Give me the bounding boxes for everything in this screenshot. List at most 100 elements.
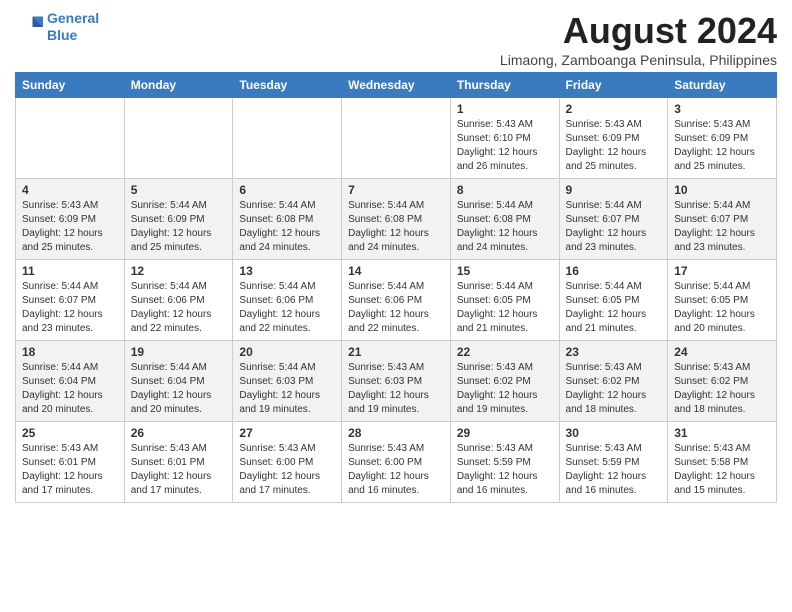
calendar-cell: 5Sunrise: 5:44 AM Sunset: 6:09 PM Daylig… bbox=[124, 179, 233, 260]
calendar-cell: 9 Sunrise: 5:44 AM Sunset: 6:07 PM Daylig… bbox=[559, 179, 668, 260]
day-info: Sunrise: 5:43 AM Sunset: 6:09 PM Dayligh… bbox=[22, 199, 118, 255]
header-day: Sunday bbox=[16, 73, 125, 98]
day-info: Sunrise: 5:44 AM Sunset: 6:07 PM Dayligh… bbox=[674, 199, 770, 255]
calendar-cell: 26Sunrise: 5:43 AM Sunset: 6:01 PM Dayli… bbox=[124, 422, 233, 503]
calendar-cell bbox=[342, 98, 451, 179]
calendar-cell: 17 Sunrise: 5:44 AM Sunset: 6:05 PM Dayli… bbox=[668, 260, 777, 341]
header-day: Tuesday bbox=[233, 73, 342, 98]
header-day: Saturday bbox=[668, 73, 777, 98]
calendar-cell: 12 Sunrise: 5:44 AM Sunset: 6:06 PM Dayli… bbox=[124, 260, 233, 341]
day-number: 24 bbox=[674, 345, 770, 359]
day-number: 6 bbox=[239, 183, 335, 197]
calendar-cell: 4 Sunrise: 5:43 AM Sunset: 6:09 PM Daylig… bbox=[16, 179, 125, 260]
day-number: 1 bbox=[457, 102, 553, 116]
day-info: Sunrise: 5:44 AM Sunset: 6:08 PM Dayligh… bbox=[457, 199, 553, 255]
day-info: Sunrise: 5:44 AM Sunset: 6:05 PM Dayligh… bbox=[566, 280, 662, 336]
calendar-week-row: 25 Sunrise: 5:43 AM Sunset: 6:01 PM Dayli… bbox=[16, 422, 777, 503]
day-info: Sunrise: 5:43 AM Sunset: 5:58 PM Dayligh… bbox=[674, 442, 770, 498]
page-title: August 2024 bbox=[500, 10, 777, 52]
day-info: Sunrise: 5:44 AM Sunset: 6:08 PM Dayligh… bbox=[239, 199, 335, 255]
day-number: 4 bbox=[22, 183, 118, 197]
day-info: Sunrise: 5:44 AM Sunset: 6:04 PM Dayligh… bbox=[131, 361, 227, 417]
day-number: 25 bbox=[22, 426, 118, 440]
calendar-cell: 6 Sunrise: 5:44 AM Sunset: 6:08 PM Daylig… bbox=[233, 179, 342, 260]
logo-line2: Blue bbox=[47, 27, 77, 43]
logo: General Blue bbox=[15, 10, 99, 44]
calendar-cell bbox=[16, 98, 125, 179]
day-number: 27 bbox=[239, 426, 335, 440]
page-subtitle: Limaong, Zamboanga Peninsula, Philippine… bbox=[500, 52, 777, 68]
calendar-cell: 11Sunrise: 5:44 AM Sunset: 6:07 PM Dayli… bbox=[16, 260, 125, 341]
calendar-cell: 1 Sunrise: 5:43 AM Sunset: 6:10 PM Daylig… bbox=[450, 98, 559, 179]
day-number: 14 bbox=[348, 264, 444, 278]
day-number: 26 bbox=[131, 426, 227, 440]
calendar-week-row: 18 Sunrise: 5:44 AM Sunset: 6:04 PM Dayli… bbox=[16, 341, 777, 422]
calendar-cell: 23 Sunrise: 5:43 AM Sunset: 6:02 PM Dayli… bbox=[559, 341, 668, 422]
calendar-cell: 10 Sunrise: 5:44 AM Sunset: 6:07 PM Dayli… bbox=[668, 179, 777, 260]
calendar-cell: 25 Sunrise: 5:43 AM Sunset: 6:01 PM Dayli… bbox=[16, 422, 125, 503]
header-row: SundayMondayTuesdayWednesdayThursdayFrid… bbox=[16, 73, 777, 98]
day-number: 12 bbox=[131, 264, 227, 278]
calendar-cell: 15Sunrise: 5:44 AM Sunset: 6:05 PM Dayli… bbox=[450, 260, 559, 341]
day-info: Sunrise: 5:44 AM Sunset: 6:05 PM Dayligh… bbox=[457, 280, 553, 336]
calendar-cell: 27 Sunrise: 5:43 AM Sunset: 6:00 PM Dayli… bbox=[233, 422, 342, 503]
day-number: 22 bbox=[457, 345, 553, 359]
header-day: Thursday bbox=[450, 73, 559, 98]
day-number: 30 bbox=[566, 426, 662, 440]
day-info: Sunrise: 5:43 AM Sunset: 5:59 PM Dayligh… bbox=[457, 442, 553, 498]
day-number: 19 bbox=[131, 345, 227, 359]
calendar-cell: 16 Sunrise: 5:44 AM Sunset: 6:05 PM Dayli… bbox=[559, 260, 668, 341]
day-info: Sunrise: 5:44 AM Sunset: 6:07 PM Dayligh… bbox=[22, 280, 118, 336]
day-info: Sunrise: 5:43 AM Sunset: 6:10 PM Dayligh… bbox=[457, 118, 553, 174]
calendar-cell: 13 Sunrise: 5:44 AM Sunset: 6:06 PM Dayli… bbox=[233, 260, 342, 341]
day-number: 2 bbox=[566, 102, 662, 116]
day-info: Sunrise: 5:43 AM Sunset: 6:00 PM Dayligh… bbox=[239, 442, 335, 498]
calendar-cell: 20Sunrise: 5:44 AM Sunset: 6:03 PM Dayli… bbox=[233, 341, 342, 422]
calendar-cell: 18 Sunrise: 5:44 AM Sunset: 6:04 PM Dayli… bbox=[16, 341, 125, 422]
day-info: Sunrise: 5:44 AM Sunset: 6:06 PM Dayligh… bbox=[131, 280, 227, 336]
day-number: 7 bbox=[348, 183, 444, 197]
day-info: Sunrise: 5:44 AM Sunset: 6:04 PM Dayligh… bbox=[22, 361, 118, 417]
calendar-cell bbox=[233, 98, 342, 179]
day-info: Sunrise: 5:44 AM Sunset: 6:08 PM Dayligh… bbox=[348, 199, 444, 255]
calendar-week-row: 4 Sunrise: 5:43 AM Sunset: 6:09 PM Daylig… bbox=[16, 179, 777, 260]
day-number: 18 bbox=[22, 345, 118, 359]
day-number: 3 bbox=[674, 102, 770, 116]
calendar-cell: 24 Sunrise: 5:43 AM Sunset: 6:02 PM Dayli… bbox=[668, 341, 777, 422]
day-number: 5 bbox=[131, 183, 227, 197]
calendar-table: SundayMondayTuesdayWednesdayThursdayFrid… bbox=[15, 72, 777, 503]
day-info: Sunrise: 5:44 AM Sunset: 6:07 PM Dayligh… bbox=[566, 199, 662, 255]
calendar-cell: 30 Sunrise: 5:43 AM Sunset: 5:59 PM Dayli… bbox=[559, 422, 668, 503]
day-info: Sunrise: 5:43 AM Sunset: 6:01 PM Dayligh… bbox=[22, 442, 118, 498]
calendar-cell: 28Sunrise: 5:43 AM Sunset: 6:00 PM Dayli… bbox=[342, 422, 451, 503]
day-info: Sunrise: 5:44 AM Sunset: 6:03 PM Dayligh… bbox=[239, 361, 335, 417]
calendar-week-row: 1 Sunrise: 5:43 AM Sunset: 6:10 PM Daylig… bbox=[16, 98, 777, 179]
calendar-cell: 3 Sunrise: 5:43 AM Sunset: 6:09 PM Daylig… bbox=[668, 98, 777, 179]
calendar-cell: 29 Sunrise: 5:43 AM Sunset: 5:59 PM Dayli… bbox=[450, 422, 559, 503]
day-info: Sunrise: 5:43 AM Sunset: 6:02 PM Dayligh… bbox=[566, 361, 662, 417]
day-number: 16 bbox=[566, 264, 662, 278]
calendar-cell: 8Sunrise: 5:44 AM Sunset: 6:08 PM Daylig… bbox=[450, 179, 559, 260]
day-info: Sunrise: 5:43 AM Sunset: 6:09 PM Dayligh… bbox=[674, 118, 770, 174]
calendar-cell: 21 Sunrise: 5:43 AM Sunset: 6:03 PM Dayli… bbox=[342, 341, 451, 422]
day-info: Sunrise: 5:44 AM Sunset: 6:05 PM Dayligh… bbox=[674, 280, 770, 336]
day-info: Sunrise: 5:43 AM Sunset: 6:03 PM Dayligh… bbox=[348, 361, 444, 417]
day-info: Sunrise: 5:43 AM Sunset: 6:00 PM Dayligh… bbox=[348, 442, 444, 498]
logo-text: General Blue bbox=[47, 10, 99, 44]
day-info: Sunrise: 5:43 AM Sunset: 6:02 PM Dayligh… bbox=[674, 361, 770, 417]
day-number: 10 bbox=[674, 183, 770, 197]
calendar-cell: 14 Sunrise: 5:44 AM Sunset: 6:06 PM Dayli… bbox=[342, 260, 451, 341]
title-block: August 2024 Limaong, Zamboanga Peninsula… bbox=[500, 10, 777, 68]
logo-line1: General bbox=[47, 10, 99, 26]
day-number: 17 bbox=[674, 264, 770, 278]
day-info: Sunrise: 5:44 AM Sunset: 6:06 PM Dayligh… bbox=[348, 280, 444, 336]
day-number: 21 bbox=[348, 345, 444, 359]
day-info: Sunrise: 5:44 AM Sunset: 6:06 PM Dayligh… bbox=[239, 280, 335, 336]
day-number: 9 bbox=[566, 183, 662, 197]
header-day: Friday bbox=[559, 73, 668, 98]
day-number: 13 bbox=[239, 264, 335, 278]
day-number: 23 bbox=[566, 345, 662, 359]
day-info: Sunrise: 5:43 AM Sunset: 5:59 PM Dayligh… bbox=[566, 442, 662, 498]
logo-icon bbox=[15, 13, 43, 41]
day-number: 29 bbox=[457, 426, 553, 440]
